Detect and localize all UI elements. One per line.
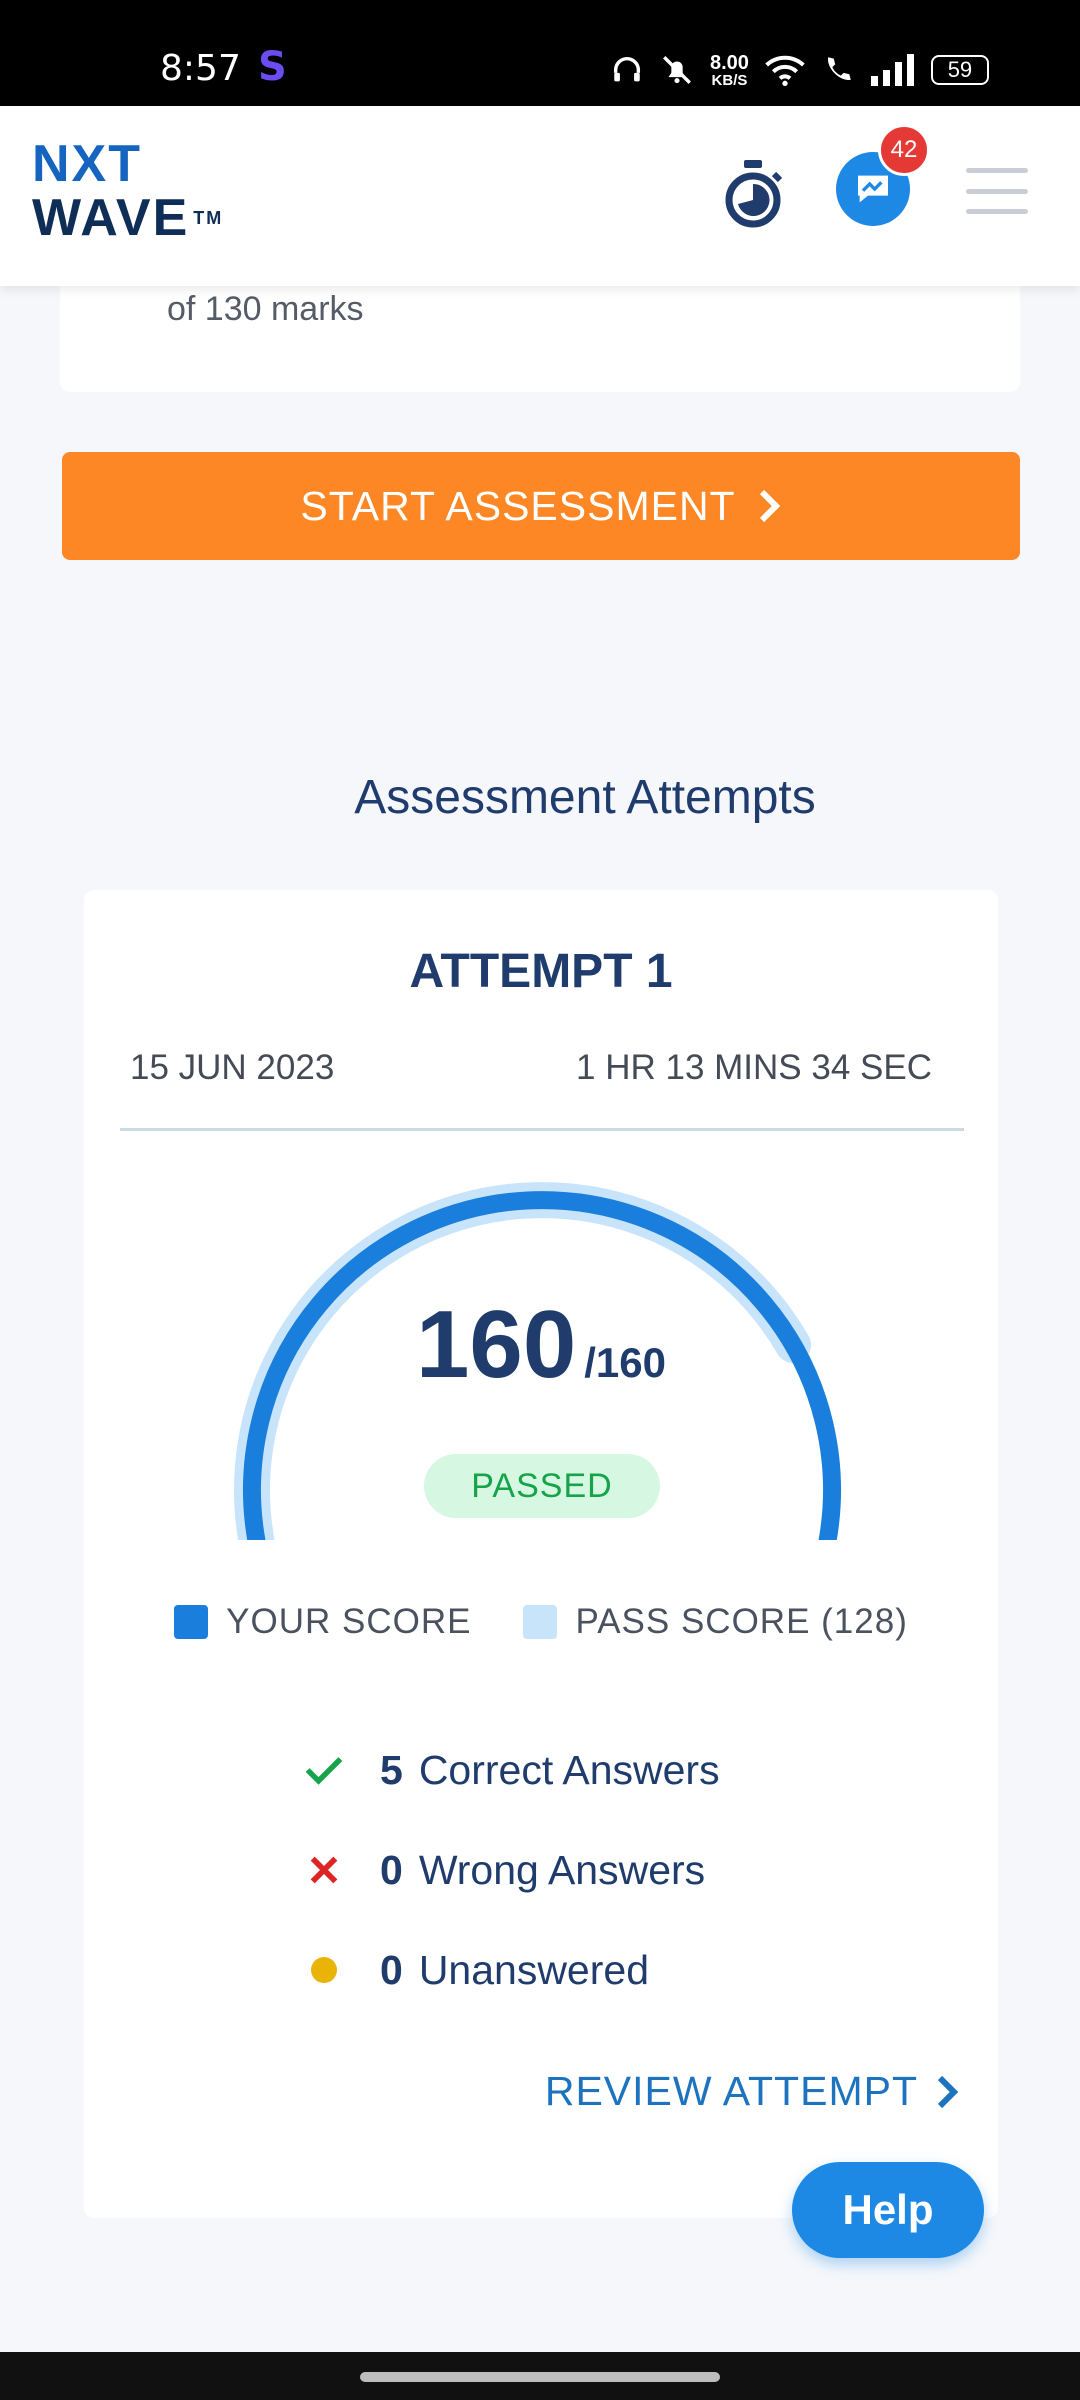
stat-unanswered: 0 Unanswered — [304, 1920, 720, 2020]
score-display: 160/160 — [84, 1290, 998, 1400]
chevron-right-icon — [759, 489, 780, 523]
score-value: 160 — [416, 1291, 577, 1398]
stat-wrong: 0 Wrong Answers — [304, 1820, 720, 1920]
help-button[interactable]: Help — [792, 2162, 984, 2258]
chat-icon — [858, 175, 888, 203]
logo-trademark: TM — [193, 208, 224, 228]
nxtwave-logo[interactable]: NXT WAVE TM — [32, 138, 242, 258]
answer-stats: 5 Correct Answers 0 Wrong Answers 0 Unan… — [304, 1720, 720, 2020]
legend-pass-score: PASS SCORE (128) — [523, 1602, 907, 1642]
hamburger-menu-icon[interactable] — [966, 168, 1028, 214]
home-gesture-handle[interactable] — [360, 2372, 720, 2382]
network-speed: 8.00 KB/S — [710, 51, 749, 89]
attempt-duration: 1 HR 13 MINS 34 SEC — [576, 1048, 932, 1087]
status-icons: 8.00 KB/S 59 — [610, 50, 989, 90]
dot-icon — [304, 1950, 344, 1990]
pass-score-swatch — [523, 1605, 558, 1639]
signal-icon — [870, 54, 914, 86]
notification-badge: 42 — [878, 124, 930, 176]
divider — [120, 1128, 964, 1131]
status-time: 8:57 — [160, 48, 241, 89]
attempt-date: 15 JUN 2023 — [130, 1048, 335, 1087]
timer-button[interactable] — [722, 160, 784, 230]
attempt-title: ATTEMPT 1 — [409, 945, 673, 998]
start-assessment-button[interactable]: START ASSESSMENT — [62, 452, 1020, 560]
marks-text: of 130 marks — [167, 290, 364, 328]
headphones-icon — [613, 57, 641, 82]
system-nav-bar — [0, 2352, 1080, 2400]
wifi-icon — [765, 55, 805, 86]
logo-line-2: WAVE TM — [32, 189, 224, 247]
status-badge: PASSED — [424, 1454, 660, 1518]
score-total: /160 — [584, 1339, 666, 1386]
battery-icon: 59 — [930, 55, 989, 85]
status-bar: 8:57 S 8.00 KB/S 59 — [0, 0, 1080, 106]
your-score-swatch — [174, 1605, 209, 1639]
cross-icon — [304, 1850, 344, 1890]
check-icon — [304, 1750, 344, 1790]
mute-bell-icon — [663, 56, 691, 84]
legend-your-score: YOUR SCORE — [174, 1602, 471, 1642]
stat-correct: 5 Correct Answers — [304, 1720, 720, 1820]
review-attempt-link[interactable]: REVIEW ATTEMPT — [545, 2068, 960, 2115]
wifi-call-icon — [827, 57, 851, 81]
app-header: NXT WAVE TM 42 — [0, 106, 1080, 286]
score-legend: YOUR SCORE PASS SCORE (128) — [84, 1602, 998, 1642]
attempt-card: ATTEMPT 1 15 JUN 2023 1 HR 13 MINS 34 SE… — [84, 890, 998, 2218]
chevron-right-icon — [937, 2075, 959, 2108]
start-assessment-label: START ASSESSMENT — [300, 482, 736, 529]
logo-line-1: NXT — [32, 135, 142, 193]
app-notification-icon: S — [258, 44, 287, 90]
stopwatch-icon — [725, 160, 783, 228]
attempts-section-title: Assessment Attempts — [354, 771, 816, 824]
